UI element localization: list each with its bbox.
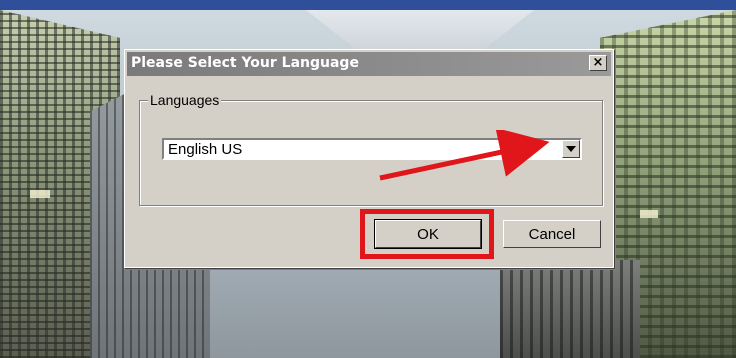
cancel-button[interactable]: Cancel [503,220,601,248]
dropdown-arrow-button[interactable] [562,140,580,158]
dialog-title: Please Select Your Language [131,55,359,71]
annotation-arrow [379,130,550,181]
ok-button-highlight [360,209,494,259]
language-select-value: English US [168,141,243,158]
dialog-titlebar[interactable]: Please Select Your Language × [127,52,611,76]
outer-window-titlebar [0,0,736,10]
lit-window [640,210,658,218]
chevron-down-icon [566,146,576,152]
languages-group-label: Languages [148,92,222,108]
right-low-building [500,260,640,358]
lit-window [30,190,50,198]
close-button[interactable]: × [589,55,607,71]
close-icon: × [592,55,604,70]
